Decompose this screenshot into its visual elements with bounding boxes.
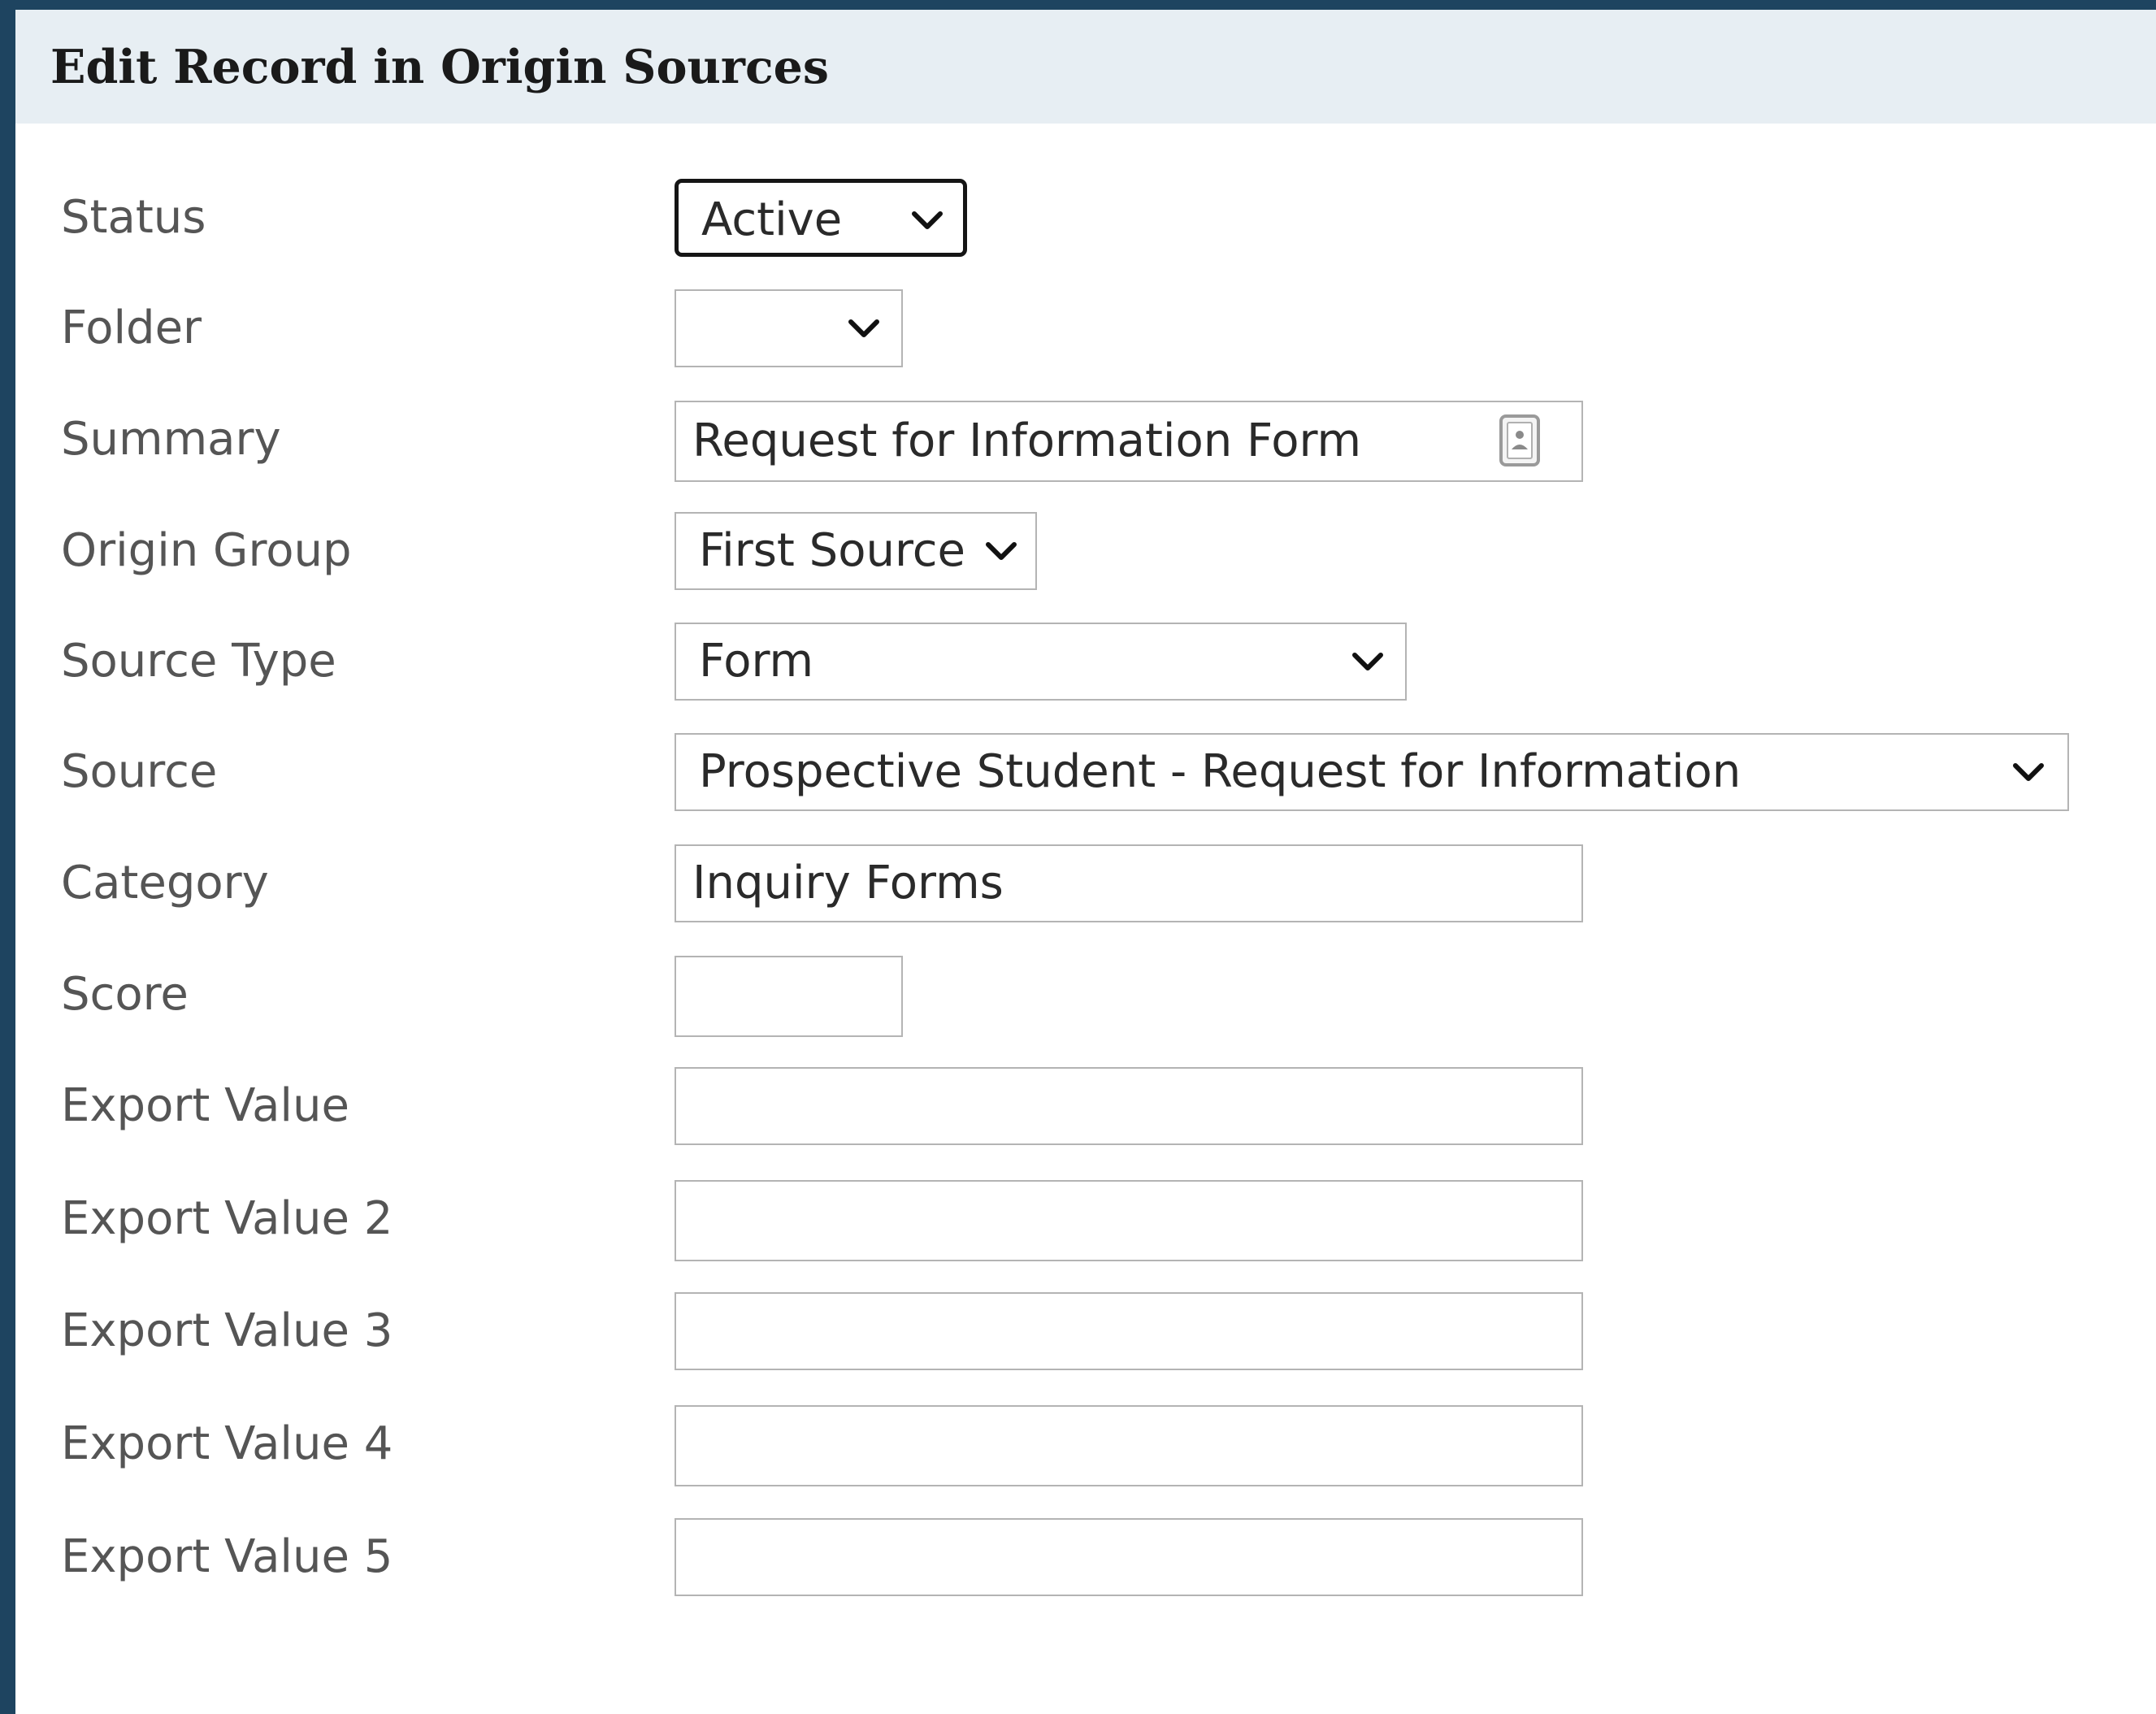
chevron-down-icon bbox=[2013, 763, 2044, 781]
folder-label: Folder bbox=[61, 302, 202, 354]
edit-record-dialog: Edit Record in Origin Sources Status Act… bbox=[15, 10, 2156, 1714]
source-select[interactable]: Prospective Student - Request for Inform… bbox=[675, 733, 2069, 811]
dialog-header: Edit Record in Origin Sources bbox=[15, 10, 2156, 124]
score-input[interactable] bbox=[675, 956, 903, 1037]
chevron-down-icon bbox=[912, 211, 943, 229]
category-input[interactable]: Inquiry Forms bbox=[675, 844, 1583, 922]
source-type-label: Source Type bbox=[61, 635, 336, 688]
category-input-value: Inquiry Forms bbox=[692, 857, 1004, 909]
score-label: Score bbox=[61, 968, 189, 1021]
dialog-title: Edit Record in Origin Sources bbox=[50, 39, 830, 94]
origin-group-select[interactable]: First Source bbox=[675, 512, 1037, 590]
origin-group-label: Origin Group bbox=[61, 524, 352, 577]
chevron-down-icon bbox=[848, 319, 879, 337]
source-type-select[interactable]: Form bbox=[675, 623, 1407, 701]
export-value-4-label: Export Value 4 bbox=[61, 1417, 393, 1470]
chevron-down-icon bbox=[986, 542, 1017, 560]
source-selected-value: Prospective Student - Request for Inform… bbox=[699, 745, 1742, 798]
export-value-5-label: Export Value 5 bbox=[61, 1530, 393, 1583]
status-label: Status bbox=[61, 191, 206, 244]
contact-card-icon[interactable] bbox=[1499, 414, 1541, 467]
summary-input-value: Request for Information Form bbox=[692, 414, 1362, 467]
export-value-5-input[interactable] bbox=[675, 1518, 1583, 1596]
chevron-down-icon bbox=[1352, 653, 1383, 670]
export-value-3-label: Export Value 3 bbox=[61, 1304, 393, 1357]
export-value-input[interactable] bbox=[675, 1067, 1583, 1145]
folder-select[interactable] bbox=[675, 289, 903, 367]
source-type-selected-value: Form bbox=[699, 635, 814, 688]
summary-input[interactable]: Request for Information Form bbox=[675, 401, 1583, 482]
export-value-label: Export Value bbox=[61, 1079, 349, 1132]
source-label: Source bbox=[61, 745, 218, 798]
export-value-2-input[interactable] bbox=[675, 1180, 1583, 1261]
summary-label: Summary bbox=[61, 413, 281, 466]
status-select[interactable]: Active bbox=[675, 179, 967, 257]
export-value-4-input[interactable] bbox=[675, 1405, 1583, 1486]
status-selected-value: Active bbox=[701, 193, 843, 246]
origin-group-selected-value: First Source bbox=[699, 524, 965, 577]
category-label: Category bbox=[61, 857, 269, 909]
export-value-2-label: Export Value 2 bbox=[61, 1192, 393, 1245]
export-value-3-input[interactable] bbox=[675, 1292, 1583, 1370]
